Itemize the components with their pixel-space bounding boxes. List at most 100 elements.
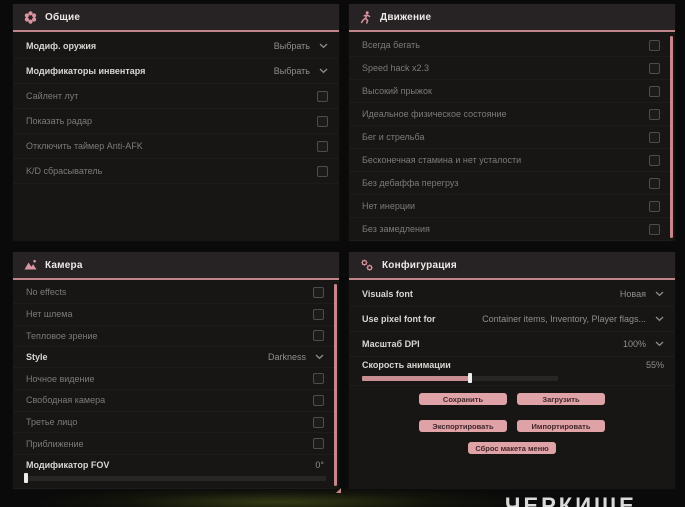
row-label: Visuals font xyxy=(362,289,413,299)
animation-speed-slider[interactable] xyxy=(362,372,558,383)
third-person-checkbox[interactable] xyxy=(313,416,324,428)
game-background-glow xyxy=(40,487,520,507)
reset-menu-layout-button[interactable]: Сброс макета меню xyxy=(468,442,556,454)
row-label: K/D сбрасыватель xyxy=(26,166,103,176)
chevron-down-icon xyxy=(319,68,328,74)
row-high-jump: Высокий прыжок xyxy=(349,80,671,103)
show-radar-checkbox[interactable] xyxy=(317,115,328,127)
weapon-mod-dropdown[interactable]: Выбрать xyxy=(274,41,328,51)
chevron-down-icon xyxy=(315,354,324,360)
import-button[interactable]: Импортировать xyxy=(517,420,605,432)
row-label: Style xyxy=(26,352,48,363)
animation-speed-value: 55% xyxy=(645,359,664,370)
no-effects-checkbox[interactable] xyxy=(313,286,324,298)
row-label: Высокий прыжок xyxy=(362,86,432,96)
row-always-run: Всегда бегать xyxy=(349,34,671,57)
pixel-font-dropdown[interactable]: Container items, Inventory, Player flags… xyxy=(482,314,664,324)
no-inertia-checkbox[interactable] xyxy=(649,200,660,212)
free-camera-checkbox[interactable] xyxy=(313,394,324,406)
panel-title: Движение xyxy=(380,11,432,23)
row-no-inertia: Нет инерции xyxy=(349,195,671,218)
no-slowdown-checkbox[interactable] xyxy=(649,223,660,235)
panel-header-config[interactable]: Конфигурация xyxy=(349,252,675,280)
row-kd-reset: K/D сбрасыватель xyxy=(13,159,339,184)
row-label: Показать радар xyxy=(26,116,93,126)
row-run-and-shoot: Бег и стрельба xyxy=(349,126,671,149)
row-label: Нет шлема xyxy=(26,309,73,320)
chevron-down-icon xyxy=(655,341,664,347)
fov-slider[interactable] xyxy=(24,473,326,484)
save-button[interactable]: Сохранить xyxy=(419,393,507,405)
silent-loot-checkbox[interactable] xyxy=(317,90,328,102)
infinite-stamina-checkbox[interactable] xyxy=(649,154,660,166)
inventory-mods-dropdown[interactable]: Выбрать xyxy=(274,66,328,76)
speed-hack-checkbox[interactable] xyxy=(649,62,660,74)
load-button[interactable]: Загрузить xyxy=(517,393,605,405)
no-overload-debuff-checkbox[interactable] xyxy=(649,177,660,189)
fov-slider-handle[interactable] xyxy=(24,473,28,484)
panel-general: Общие Модиф. оружия Выбрать Модификаторы… xyxy=(13,4,339,241)
night-vision-checkbox[interactable] xyxy=(313,373,324,385)
movement-scrollbar[interactable] xyxy=(670,36,673,238)
thermal-vision-checkbox[interactable] xyxy=(313,330,324,342)
config-buttons: Сохранить Загрузить Экспортировать Импор… xyxy=(349,393,675,454)
row-label: Сайлент лут xyxy=(26,91,79,101)
style-dropdown[interactable]: Darkness xyxy=(268,352,324,362)
row-label: Третье лицо xyxy=(26,417,78,428)
row-zoom: Приближение xyxy=(13,433,335,456)
anti-afk-checkbox[interactable] xyxy=(317,140,328,152)
always-run-checkbox[interactable] xyxy=(649,39,660,51)
row-no-overload-debuff: Без дебаффа перегруз xyxy=(349,172,671,195)
camera-scrollbar[interactable] xyxy=(334,284,337,486)
row-fov-modifier: Модификатор FOV 0° xyxy=(13,455,335,490)
panel-movement: Движение Всегда бегать Speed hack x2.3 В… xyxy=(349,4,675,241)
row-night-vision: Ночное видение xyxy=(13,368,335,390)
panel-config: Конфигурация Visuals font Новая Use pixe… xyxy=(349,252,675,489)
panel-header-camera[interactable]: Камера xyxy=(13,252,339,280)
row-label: Без дебаффа перегруз xyxy=(362,178,459,188)
row-weapon-mod: Модиф. оружия Выбрать xyxy=(13,34,339,59)
row-label: No effects xyxy=(26,287,67,298)
row-label: Модиф. оружия xyxy=(26,41,97,51)
row-label: Тепловое зрение xyxy=(26,330,98,341)
chevron-down-icon xyxy=(655,291,664,297)
row-label: Ночное видение xyxy=(26,373,95,384)
row-label: Отключить таймер Anti-AFK xyxy=(26,141,143,151)
row-label: Скорость анимации xyxy=(362,359,451,370)
row-label: Бесконечная стамина и нет усталости xyxy=(362,155,522,165)
row-label: Нет инерции xyxy=(362,201,416,211)
panel-header-general[interactable]: Общие xyxy=(13,4,339,32)
row-label: Бег и стрельба xyxy=(362,132,425,142)
zoom-checkbox[interactable] xyxy=(313,438,324,450)
animation-speed-slider-handle[interactable] xyxy=(467,372,472,383)
row-label: Свободная камера xyxy=(26,395,106,406)
flower-icon xyxy=(24,10,37,24)
row-no-helmet: Нет шлема xyxy=(13,304,335,326)
row-show-radar: Показать радар xyxy=(13,109,339,134)
high-jump-checkbox[interactable] xyxy=(649,85,660,97)
panel-title: Камера xyxy=(45,259,83,271)
row-free-camera: Свободная камера xyxy=(13,390,335,412)
panel-title: Общие xyxy=(45,11,81,23)
visuals-font-dropdown[interactable]: Новая xyxy=(620,289,664,299)
export-button[interactable]: Экспортировать xyxy=(419,420,507,432)
row-thermal-vision: Тепловое зрение xyxy=(13,326,335,348)
row-silent-loot: Сайлент лут xyxy=(13,84,339,109)
row-no-slowdown: Без замедления xyxy=(349,218,671,241)
row-third-person: Третье лицо xyxy=(13,412,335,434)
gears-icon xyxy=(360,259,374,272)
no-helmet-checkbox[interactable] xyxy=(313,308,324,320)
fov-value: 0° xyxy=(315,460,324,471)
row-visuals-font: Visuals font Новая xyxy=(349,282,675,307)
perfect-condition-checkbox[interactable] xyxy=(649,108,660,120)
panel-title: Конфигурация xyxy=(382,259,457,271)
run-and-shoot-checkbox[interactable] xyxy=(649,131,660,143)
row-label: Use pixel font for xyxy=(362,314,436,324)
kd-reset-checkbox[interactable] xyxy=(317,165,328,177)
row-label: Приближение xyxy=(26,438,84,449)
camera-panel-resize-handle[interactable] xyxy=(336,488,341,493)
row-anti-afk: Отключить таймер Anti-AFK xyxy=(13,134,339,159)
dpi-scale-dropdown[interactable]: 100% xyxy=(623,339,664,349)
row-label: Модификаторы инвентаря xyxy=(26,66,146,76)
panel-header-movement[interactable]: Движение xyxy=(349,4,675,32)
